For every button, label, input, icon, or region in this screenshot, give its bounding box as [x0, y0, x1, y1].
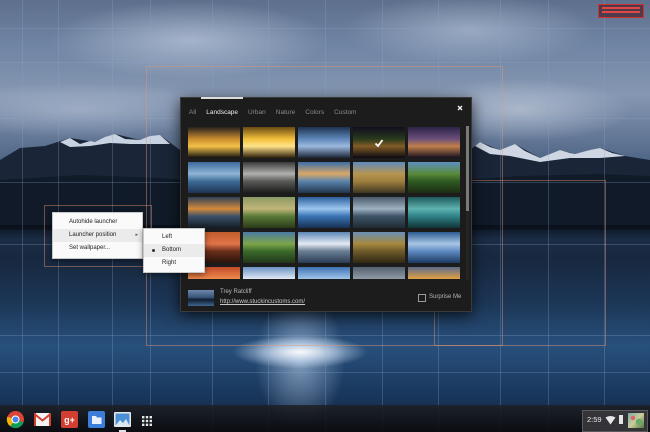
menu-item-autohide-launcher[interactable]: Autohide launcher: [53, 216, 142, 229]
chrome-icon: [6, 411, 24, 429]
launcher-position-right[interactable]: Right: [144, 257, 204, 270]
wallpaper-thumbnail[interactable]: [243, 232, 295, 263]
app-list-button[interactable]: [141, 414, 153, 426]
menu-item-label: Set wallpaper...: [69, 245, 111, 251]
wallpaper-thumbnail[interactable]: [353, 127, 405, 158]
thumbnail-scrollbar[interactable]: [466, 126, 469, 280]
files-icon: [88, 411, 105, 428]
wallpaper-thumbnail[interactable]: [408, 162, 460, 193]
wallpaper-thumbnail[interactable]: [298, 127, 350, 158]
wallpaper-thumbnail[interactable]: [298, 197, 350, 228]
debug-grid-line: [0, 372, 650, 373]
wallpaper-thumbnail[interactable]: [188, 162, 240, 193]
menu-item-label: Launcher position: [69, 232, 117, 238]
launcher-position-submenu: Left Bottom Right: [143, 228, 205, 273]
wallpaper-picker-window: All Landscape Urban Nature Colors Custom Trey…: [180, 97, 472, 312]
launcher-position-bottom[interactable]: Bottom: [144, 244, 204, 257]
files-app[interactable]: [87, 410, 106, 429]
scrollbar-thumb[interactable]: [466, 126, 469, 211]
clock: 2:59: [587, 415, 602, 424]
gmail-icon: [33, 413, 52, 426]
wallpaper-thumbnail[interactable]: [188, 197, 240, 228]
wallpaper-thumbnail[interactable]: [408, 232, 460, 263]
battery-icon: [619, 415, 623, 424]
debug-grid-line: [0, 28, 650, 29]
picker-footer: Trey Ratcliff http://www.stuckincustoms.…: [181, 285, 471, 311]
submenu-arrow-icon: ▸: [135, 232, 138, 238]
tab-urban[interactable]: Urban: [248, 108, 266, 122]
wallpaper-thumbnail[interactable]: [408, 197, 460, 228]
tab-custom[interactable]: Custom: [334, 108, 356, 122]
submenu-item-label: Bottom: [162, 247, 182, 253]
chrome-app[interactable]: [6, 410, 25, 429]
wallpaper-thumbnail[interactable]: [243, 127, 295, 158]
google-plus-icon: g+: [61, 411, 78, 428]
radio-dot-icon: [152, 249, 155, 252]
wallpaper-thumbnail[interactable]: [353, 162, 405, 193]
submenu-item-label: Left: [162, 234, 173, 240]
menu-item-launcher-position[interactable]: Launcher position ▸: [53, 229, 142, 242]
tab-nature[interactable]: Nature: [276, 108, 296, 122]
debug-grid-line: [0, 62, 650, 63]
close-button[interactable]: [455, 103, 465, 113]
wallpaper-picker-app[interactable]: [113, 410, 132, 432]
category-tabs: All Landscape Urban Nature Colors Custom: [189, 97, 366, 122]
wallpaper-picker-icon: [114, 412, 131, 427]
wallpaper-thumbnail[interactable]: [243, 162, 295, 193]
app-list-icon: [142, 416, 152, 426]
surprise-me-checkbox[interactable]: [418, 294, 426, 302]
wallpaper-thumbnail[interactable]: [298, 267, 350, 279]
wallpaper-thumbnail[interactable]: [408, 127, 460, 158]
google-plus-app[interactable]: g+: [60, 410, 79, 429]
tab-all[interactable]: All: [189, 108, 196, 122]
wallpaper-thumbnail[interactable]: [243, 197, 295, 228]
wallpaper-thumbnail[interactable]: [408, 267, 460, 279]
debug-indicator: [598, 4, 644, 18]
wallpaper-thumbnail[interactable]: [353, 232, 405, 263]
wallpaper-thumbnail[interactable]: [298, 162, 350, 193]
close-icon: [457, 105, 463, 111]
wifi-icon: [605, 416, 616, 425]
wallpaper-thumbnail-grid: [188, 127, 464, 279]
launcher-position-left[interactable]: Left: [144, 231, 204, 244]
submenu-item-label: Right: [162, 260, 177, 266]
tab-landscape[interactable]: Landscape: [201, 97, 243, 122]
debug-grid-line: [22, 0, 23, 432]
desktop-context-menu: Autohide launcher Launcher position ▸ Set w…: [52, 212, 143, 259]
wallpaper-thumbnail[interactable]: [243, 267, 295, 279]
tab-colors[interactable]: Colors: [305, 108, 324, 122]
menu-item-set-wallpaper[interactable]: Set wallpaper...: [53, 242, 142, 255]
check-icon: [374, 138, 384, 147]
author-name: Trey Ratcliff: [220, 289, 252, 295]
wallpaper-thumbnail[interactable]: [353, 267, 405, 279]
author-link[interactable]: http://www.stuckincustoms.com/: [220, 299, 305, 305]
author-thumbnail: [188, 290, 214, 306]
wallpaper-thumbnail[interactable]: [188, 127, 240, 158]
menu-item-label: Autohide launcher: [69, 219, 118, 225]
surprise-me-label[interactable]: Surprise Me: [429, 294, 461, 300]
status-tray[interactable]: 2:59: [582, 410, 648, 432]
wallpaper-thumbnail[interactable]: [298, 232, 350, 263]
shelf: g+ 2:59: [0, 405, 650, 432]
gmail-app[interactable]: [33, 410, 52, 429]
wallpaper-thumbnail[interactable]: [353, 197, 405, 228]
avatar: [628, 413, 644, 428]
svg-text:g+: g+: [64, 415, 75, 425]
